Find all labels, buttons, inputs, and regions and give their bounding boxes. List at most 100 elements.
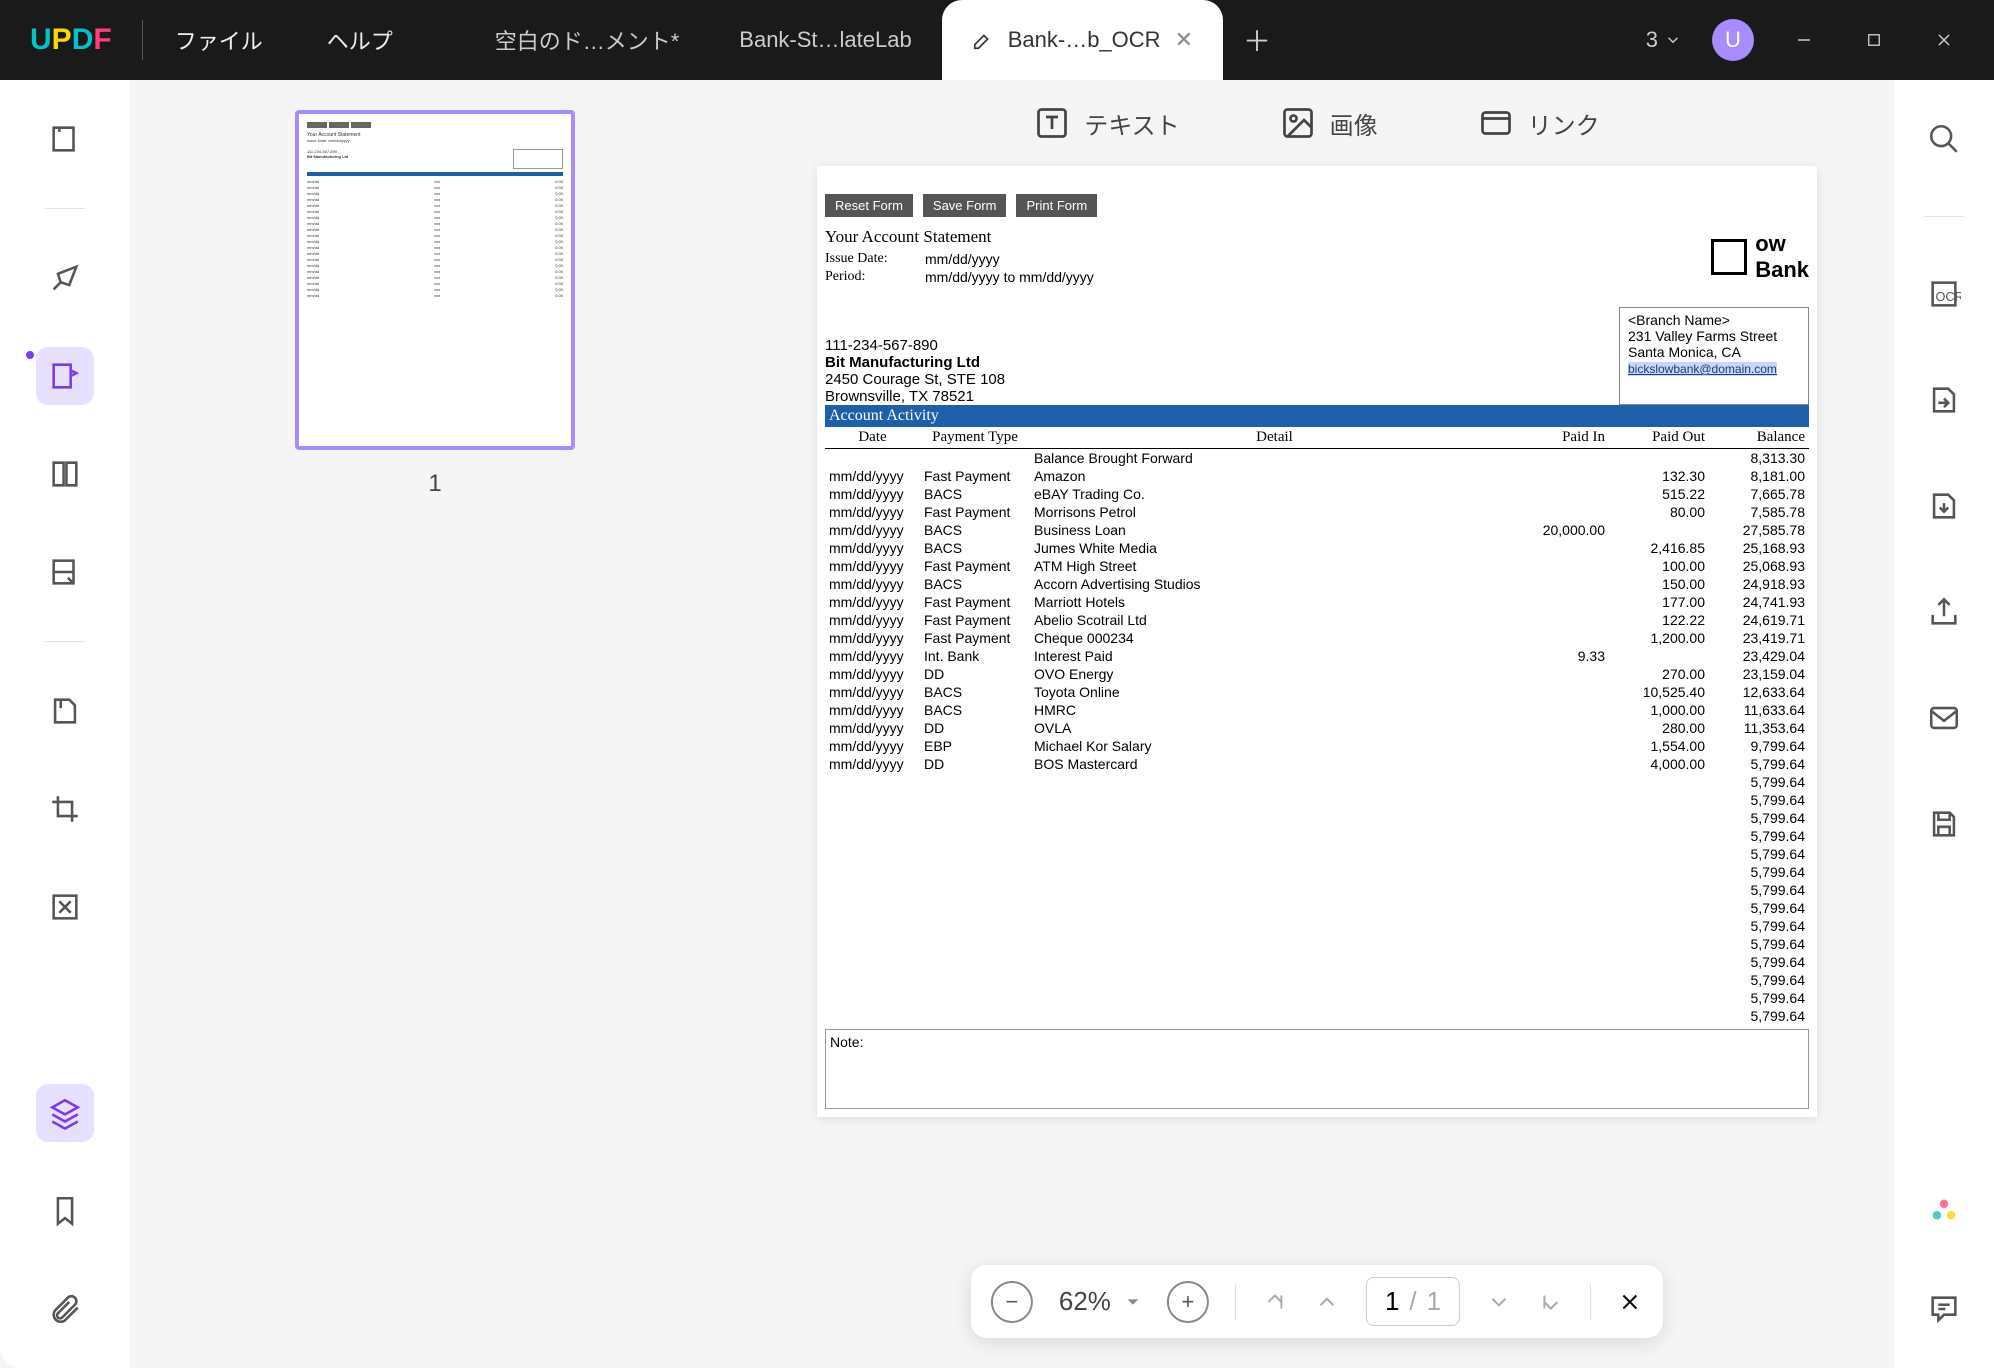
table-row: 5,799.64 — [825, 899, 1809, 917]
last-page-button[interactable] — [1538, 1289, 1564, 1315]
table-row: mm/dd/yyyyBACSToyota Online10,525.4012,6… — [825, 683, 1809, 701]
form-tool[interactable] — [36, 543, 94, 601]
table-row: mm/dd/yyyyBACSJumes White Media2,416.852… — [825, 539, 1809, 557]
bookmark-tool[interactable] — [36, 1182, 94, 1240]
issue-date-label: Issue Date: — [825, 251, 925, 267]
separator — [45, 208, 85, 209]
account-number: 111-234-567-890 — [825, 337, 1005, 354]
chevron-down-icon — [1664, 31, 1682, 49]
search-button[interactable] — [1915, 110, 1973, 168]
print-form-button[interactable]: Print Form — [1016, 194, 1097, 217]
link-icon — [1478, 105, 1514, 141]
save-form-button[interactable]: Save Form — [923, 194, 1007, 217]
separator — [1235, 1284, 1236, 1320]
convert-button[interactable] — [1915, 371, 1973, 429]
table-row: mm/dd/yyyyFast PaymentMarriott Hotels177… — [825, 593, 1809, 611]
separator — [1924, 216, 1964, 217]
right-toolbar: OCR — [1894, 80, 1994, 1368]
reader-tool[interactable] — [36, 110, 94, 168]
table-row: 5,799.64 — [825, 881, 1809, 899]
comment-button[interactable] — [1915, 1280, 1973, 1338]
branch-addr-2: Santa Monica, CA — [1628, 344, 1800, 360]
ocr-button[interactable]: OCR — [1915, 265, 1973, 323]
col-paid-in: Paid In — [1519, 427, 1609, 449]
page-input[interactable]: 1/1 — [1366, 1277, 1460, 1326]
branch-name: <Branch Name> — [1628, 312, 1800, 328]
activity-table: Date Payment Type Detail Paid In Paid Ou… — [825, 427, 1809, 1025]
issue-date-value: mm/dd/yyyy — [925, 251, 1000, 267]
zoom-in-button[interactable]: + — [1167, 1281, 1209, 1323]
next-page-button[interactable] — [1486, 1289, 1512, 1315]
edit-tool[interactable] — [36, 347, 94, 405]
attachment-tool[interactable] — [36, 1280, 94, 1338]
table-row: mm/dd/yyyyInt. BankInterest Paid9.3323,4… — [825, 647, 1809, 665]
titlebar: UPDF ファイル ヘルプ 空白のド…メント* Bank-St…lateLab … — [0, 0, 1994, 80]
edit-image-tool[interactable]: 画像 — [1280, 105, 1378, 141]
crop-tool[interactable] — [36, 780, 94, 838]
edit-link-tool[interactable]: リンク — [1478, 105, 1600, 141]
maximize-button[interactable] — [1854, 20, 1894, 60]
table-row: 5,799.64 — [825, 1007, 1809, 1025]
period-label: Period: — [825, 269, 925, 285]
prev-page-button[interactable] — [1314, 1289, 1340, 1315]
menu-help[interactable]: ヘルプ — [295, 24, 425, 56]
tab-add-button[interactable]: ＋ — [1223, 20, 1291, 60]
tab-blank-document[interactable]: 空白のド…メント* — [465, 0, 710, 80]
note-field[interactable]: Note: — [825, 1029, 1809, 1109]
table-row: mm/dd/yyyyBACSHMRC1,000.0011,633.64 — [825, 701, 1809, 719]
avatar[interactable]: U — [1712, 19, 1754, 61]
tab-label: 空白のド…メント* — [495, 24, 680, 56]
statement-title: Your Account Statement — [825, 227, 1094, 247]
thumbnail-panel: Your Account Statement Issue Date: mm/dd… — [130, 80, 740, 1368]
col-detail: Detail — [1030, 427, 1519, 449]
window-close-button[interactable] — [1924, 20, 1964, 60]
pdf-page[interactable]: Reset Form Save Form Print Form Your Acc… — [817, 166, 1817, 1117]
close-icon[interactable]: ✕ — [1175, 27, 1193, 53]
compress-tool[interactable] — [36, 682, 94, 740]
tab-label: Bank-St…lateLab — [739, 27, 911, 53]
zoom-out-button[interactable]: − — [991, 1281, 1033, 1323]
branch-addr-1: 231 Valley Farms Street — [1628, 328, 1800, 344]
save-button[interactable] — [1915, 795, 1973, 853]
tab-bank-template[interactable]: Bank-St…lateLab — [709, 0, 941, 80]
table-row: Balance Brought Forward8,313.30 — [825, 449, 1809, 468]
reset-form-button[interactable]: Reset Form — [825, 194, 913, 217]
thumbnail-page-number: 1 — [428, 470, 441, 498]
table-row: 5,799.64 — [825, 989, 1809, 1007]
menu-file[interactable]: ファイル — [143, 24, 295, 56]
close-zoom-button[interactable] — [1617, 1289, 1643, 1315]
col-payment-type: Payment Type — [920, 427, 1030, 449]
export-button[interactable] — [1915, 477, 1973, 535]
zoom-level[interactable]: 62% — [1059, 1286, 1141, 1317]
col-paid-out: Paid Out — [1609, 427, 1709, 449]
table-row: 5,799.64 — [825, 845, 1809, 863]
highlight-tool[interactable] — [36, 249, 94, 307]
window-count[interactable]: 3 — [1646, 27, 1682, 53]
chevron-down-icon — [1125, 1294, 1141, 1310]
separator — [45, 641, 85, 642]
layers-tool[interactable] — [36, 1084, 94, 1142]
first-page-button[interactable] — [1262, 1289, 1288, 1315]
edit-text-tool[interactable]: テキスト — [1034, 105, 1179, 141]
address-line-2: Brownsville, TX 78521 — [825, 388, 1005, 405]
redact-tool[interactable] — [36, 878, 94, 936]
email-button[interactable] — [1915, 689, 1973, 747]
tab-bank-ocr[interactable]: Bank-…b_OCR ✕ — [942, 0, 1223, 80]
organize-tool[interactable] — [36, 445, 94, 503]
table-row: mm/dd/yyyyDDOVLA280.0011,353.64 — [825, 719, 1809, 737]
table-row: 5,799.64 — [825, 935, 1809, 953]
minimize-button[interactable] — [1784, 20, 1824, 60]
table-row: mm/dd/yyyyDDOVO Energy270.0023,159.04 — [825, 665, 1809, 683]
col-date: Date — [825, 427, 920, 449]
col-balance: Balance — [1709, 427, 1809, 449]
note-label: Note: — [830, 1034, 863, 1050]
table-row: mm/dd/yyyyBACSAccorn Advertising Studios… — [825, 575, 1809, 593]
tabs: 空白のド…メント* Bank-St…lateLab Bank-…b_OCR ✕ … — [465, 0, 1616, 80]
period-value: mm/dd/yyyy to mm/dd/yyyy — [925, 269, 1094, 285]
document-area: テキスト 画像 リンク Reset Form Save Form Print F… — [740, 80, 1894, 1368]
share-button[interactable] — [1915, 583, 1973, 641]
ai-button[interactable] — [1915, 1182, 1973, 1240]
table-row: mm/dd/yyyyBACSeBAY Trading Co.515.227,66… — [825, 485, 1809, 503]
page-thumbnail[interactable]: Your Account Statement Issue Date: mm/dd… — [295, 110, 575, 450]
table-row: 5,799.64 — [825, 791, 1809, 809]
